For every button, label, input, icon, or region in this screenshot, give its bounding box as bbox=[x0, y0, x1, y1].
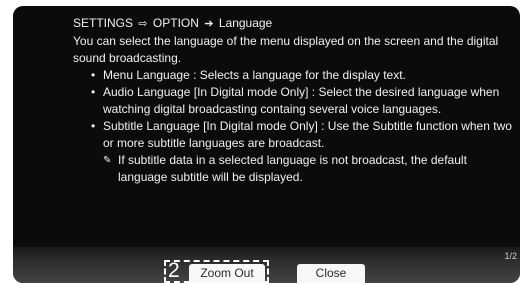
zoom-out-button[interactable]: Zoom Out bbox=[189, 264, 265, 283]
intro-text: You can select the language of the menu … bbox=[73, 34, 499, 65]
page-indicator: 1/2 bbox=[504, 251, 517, 261]
manual-content: SETTINGS ⇨ OPTION ➔ Language You can sel… bbox=[73, 15, 513, 186]
breadcrumb-current: Language bbox=[218, 16, 273, 30]
list-item-menu-language: Menu Language : Selects a language for t… bbox=[91, 67, 513, 84]
breadcrumb-settings: SETTINGS bbox=[73, 16, 134, 30]
feature-list: Menu Language : Selects a language for t… bbox=[73, 67, 513, 152]
bottom-button-bar: 1/2 2 Zoom Out Close bbox=[13, 247, 520, 283]
breadcrumb-option: OPTION bbox=[152, 16, 199, 30]
manual-screen: SETTINGS ⇨ OPTION ➔ Language You can sel… bbox=[13, 6, 520, 283]
close-button[interactable]: Close bbox=[297, 264, 365, 283]
list-item-subtitle-language: Subtitle Language [In Digital mode Only]… bbox=[91, 118, 513, 152]
arrow-outline-icon: ⇨ bbox=[138, 18, 148, 30]
note-pencil-icon: ✎ bbox=[103, 155, 112, 166]
arrow-solid-icon: ➔ bbox=[204, 18, 214, 30]
list-item-audio-language: Audio Language [In Digital mode Only] : … bbox=[91, 84, 513, 118]
breadcrumb: SETTINGS ⇨ OPTION ➔ Language bbox=[73, 15, 513, 33]
tv-screen-frame: SETTINGS ⇨ OPTION ➔ Language You can sel… bbox=[0, 0, 523, 286]
note-text: If subtitle data in a selected language … bbox=[118, 153, 467, 184]
subtitle-note: ✎ If subtitle data in a selected languag… bbox=[73, 152, 513, 186]
